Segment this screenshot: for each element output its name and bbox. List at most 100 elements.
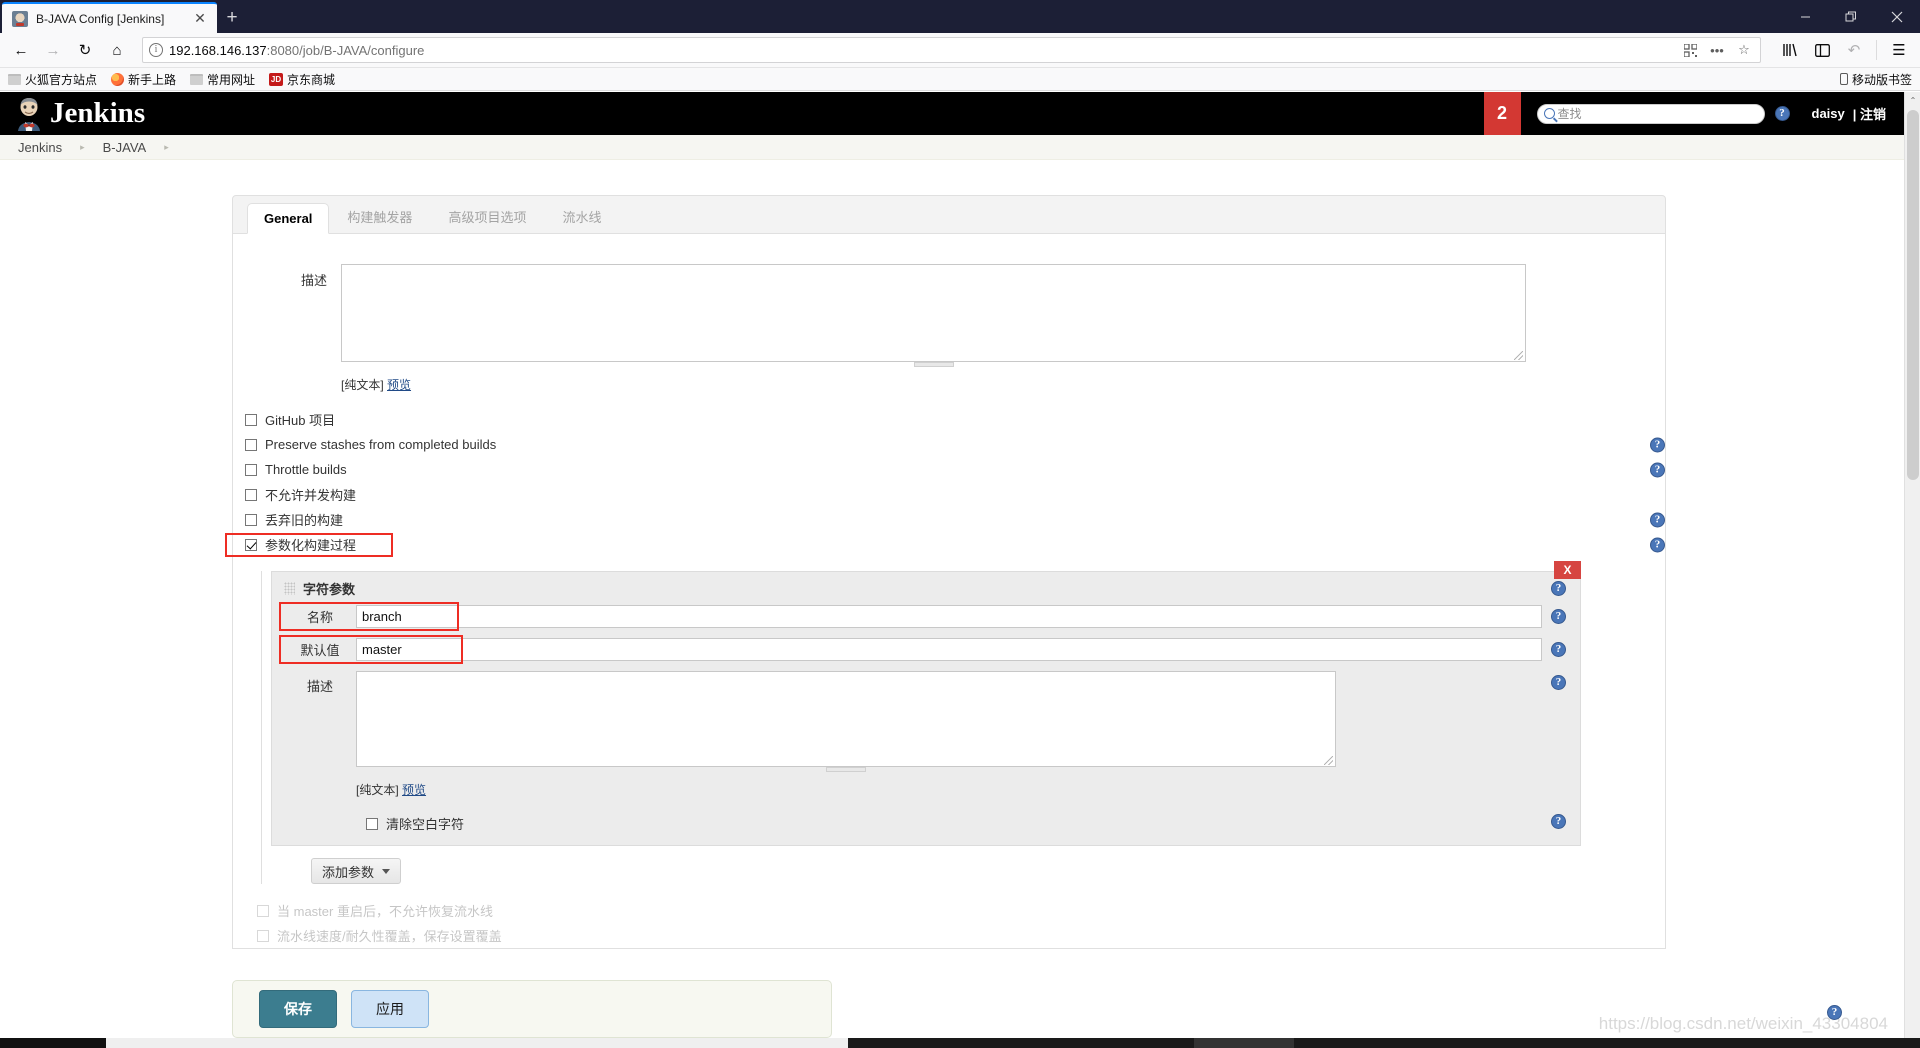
resize-grip-icon[interactable] xyxy=(1514,351,1523,360)
parameterized-build-checkbox[interactable] xyxy=(245,538,257,551)
parameter-trim-row[interactable]: 清除空白字符 ? xyxy=(272,814,1580,833)
preview-link[interactable]: 预览 xyxy=(387,378,411,392)
tab-build-triggers[interactable]: 构建触发器 xyxy=(329,200,430,233)
browser-titlebar: B-JAVA Config [Jenkins] ✕ + xyxy=(0,0,1920,33)
drag-handle-icon[interactable] xyxy=(284,582,295,595)
job-description-textarea[interactable] xyxy=(341,264,1526,367)
logout-link[interactable]: | 注销 xyxy=(1853,104,1904,123)
home-icon[interactable]: ⌂ xyxy=(102,36,132,64)
help-icon[interactable]: ? xyxy=(1827,1005,1842,1020)
checkbox-label: Throttle builds xyxy=(265,462,347,477)
help-icon[interactable]: ? xyxy=(1650,437,1665,452)
help-icon[interactable]: ? xyxy=(1551,581,1566,596)
bookmark-star-icon[interactable]: ☆ xyxy=(1732,39,1756,61)
resize-handle[interactable] xyxy=(826,767,866,772)
no-concurrent-builds-checkbox[interactable] xyxy=(245,488,257,501)
tab-advanced-project-options[interactable]: 高级项目选项 xyxy=(430,200,544,233)
jenkins-logo-link[interactable]: Jenkins xyxy=(0,97,145,131)
page-scrollbar[interactable]: ⌃ ⌄ xyxy=(1904,92,1920,1048)
trim-whitespace-checkbox[interactable] xyxy=(366,817,378,830)
help-icon[interactable]: ? xyxy=(1650,537,1665,552)
help-icon[interactable]: ? xyxy=(1551,675,1566,690)
resize-grip-icon[interactable] xyxy=(1324,756,1333,765)
help-icon[interactable]: ? xyxy=(1650,462,1665,477)
parameter-default-input[interactable]: master xyxy=(356,638,1542,661)
user-name-link[interactable]: daisy xyxy=(1812,106,1845,121)
plaintext-label: [纯文本] xyxy=(341,378,384,392)
page-content: Jenkins 2 查找 ? daisy | 注销 Jenkins ▸ B-JA… xyxy=(0,92,1904,1048)
browser-tab-active[interactable]: B-JAVA Config [Jenkins] ✕ xyxy=(2,2,217,33)
scrollbar-thumb[interactable] xyxy=(1907,110,1919,480)
page-actions-icon[interactable]: ••• xyxy=(1705,39,1729,61)
checkbox-row-durability-override[interactable]: 流水线速度/耐久性覆盖，保存设置覆盖 xyxy=(245,923,1665,948)
add-parameter-button[interactable]: 添加参数 xyxy=(311,858,402,884)
new-tab-button[interactable]: + xyxy=(217,2,247,33)
jenkins-search-box[interactable]: 查找 xyxy=(1536,103,1765,124)
config-tab-bar: General 构建触发器 高级项目选项 流水线 xyxy=(232,195,1666,234)
breadcrumb-item-bjava[interactable]: B-JAVA xyxy=(99,140,151,155)
qr-code-icon[interactable] xyxy=(1678,39,1702,61)
throttle-builds-checkbox[interactable] xyxy=(245,463,257,476)
apply-button[interactable]: 应用 xyxy=(351,990,429,1028)
checkbox-row-no-resume[interactable]: 当 master 重启后，不允许恢复流水线 xyxy=(245,898,1665,923)
parameter-description-textarea[interactable] xyxy=(356,671,1336,772)
help-icon[interactable]: ? xyxy=(1650,512,1665,527)
reload-icon[interactable]: ↻ xyxy=(70,36,100,64)
scroll-up-icon[interactable]: ⌃ xyxy=(1905,92,1920,108)
help-icon[interactable]: ? xyxy=(1551,814,1566,829)
preview-link[interactable]: 预览 xyxy=(402,783,426,797)
checkbox-row-github-project[interactable]: GitHub 项目 xyxy=(233,407,1665,432)
back-icon[interactable]: ← xyxy=(6,36,36,64)
toolbar-divider xyxy=(1876,40,1877,60)
minimize-icon[interactable] xyxy=(1782,0,1828,33)
chevron-right-icon: ▸ xyxy=(164,141,169,152)
delete-parameter-button[interactable]: X xyxy=(1554,561,1581,579)
job-description-row: 描述 [纯文本] 预览 xyxy=(233,234,1665,393)
mobile-icon xyxy=(1839,73,1848,85)
resize-handle[interactable] xyxy=(913,362,954,367)
no-resume-checkbox[interactable] xyxy=(257,904,269,917)
preserve-stashes-checkbox[interactable] xyxy=(245,438,257,451)
checkbox-row-no-concurrent-builds[interactable]: 不允许并发构建 xyxy=(233,482,1665,507)
mobile-bookmarks-label: 移动版书签 xyxy=(1851,72,1912,87)
browser-navbar: ← → ↻ ⌂ i 192.168.146.137:8080/job/B-JAV… xyxy=(0,33,1920,68)
bookmark-item[interactable]: 火狐官方站点 xyxy=(8,71,97,88)
tab-pipeline[interactable]: 流水线 xyxy=(544,200,619,233)
mobile-bookmarks-button[interactable]: 移动版书签 xyxy=(1839,71,1912,88)
checkbox-row-preserve-stashes[interactable]: Preserve stashes from completed builds ? xyxy=(233,432,1665,457)
bookmark-item[interactable]: 常用网址 xyxy=(190,71,255,88)
close-window-icon[interactable] xyxy=(1874,0,1920,33)
sync-icon[interactable]: ↶ xyxy=(1839,36,1869,64)
maximize-restore-icon[interactable] xyxy=(1828,0,1874,33)
navbar-right-tools: ↶ ☰ xyxy=(1771,36,1914,64)
folder-icon xyxy=(8,73,21,85)
close-icon[interactable]: ✕ xyxy=(191,10,209,28)
help-icon[interactable]: ? xyxy=(1551,642,1566,657)
github-project-checkbox[interactable] xyxy=(245,413,257,426)
forward-icon[interactable]: → xyxy=(38,36,68,64)
notification-badge[interactable]: 2 xyxy=(1483,92,1521,135)
os-taskbar xyxy=(0,1038,1920,1048)
breadcrumb-item-jenkins[interactable]: Jenkins xyxy=(14,140,66,155)
bookmark-item[interactable]: 新手上路 xyxy=(111,71,176,88)
tab-general[interactable]: General xyxy=(247,203,330,234)
url-text: 192.168.146.137:8080/job/B-JAVA/configur… xyxy=(169,43,1672,58)
address-bar-icons: ••• ☆ xyxy=(1678,39,1756,61)
site-info-icon[interactable]: i xyxy=(149,43,163,57)
sidebar-icon[interactable] xyxy=(1807,36,1837,64)
save-button[interactable]: 保存 xyxy=(259,990,337,1028)
library-icon[interactable] xyxy=(1775,36,1805,64)
checkbox-row-discard-old-builds[interactable]: 丢弃旧的构建 ? xyxy=(233,507,1665,532)
jenkins-header-right: 2 查找 ? daisy | 注销 xyxy=(1483,92,1905,135)
parameter-markup-row: [纯文本] 预览 xyxy=(356,781,1336,798)
bookmark-item[interactable]: JD 京东商城 xyxy=(269,71,335,88)
address-bar[interactable]: i 192.168.146.137:8080/job/B-JAVA/config… xyxy=(142,37,1761,63)
durability-override-checkbox[interactable] xyxy=(257,929,269,942)
help-icon[interactable]: ? xyxy=(1551,609,1566,624)
menu-icon[interactable]: ☰ xyxy=(1884,36,1914,64)
checkbox-row-throttle-builds[interactable]: Throttle builds ? xyxy=(233,457,1665,482)
parameter-name-input[interactable]: branch xyxy=(356,605,1542,628)
search-help-icon[interactable]: ? xyxy=(1774,106,1790,121)
discard-old-builds-checkbox[interactable] xyxy=(245,513,257,526)
checkbox-row-parameterized-build[interactable]: 参数化构建过程 ? xyxy=(225,532,1665,557)
